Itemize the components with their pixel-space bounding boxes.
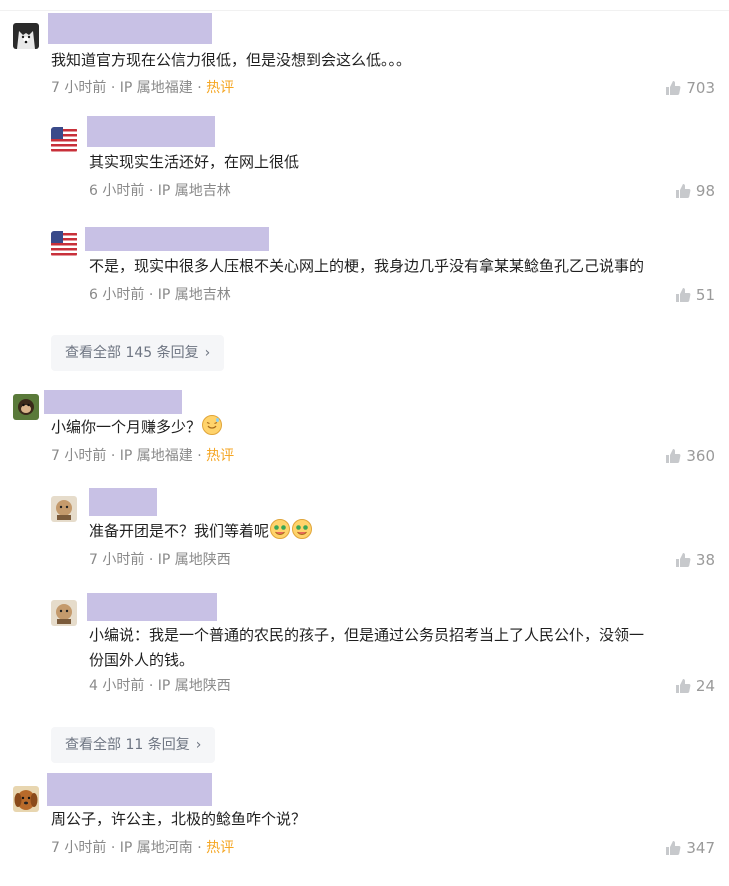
username-redacted[interactable] [85,227,269,251]
thumbs-up-icon [675,679,691,693]
comment-time: 7 小时前 [51,80,107,96]
reply-time: 4 小时前 [89,678,145,694]
meta-separator: · [110,448,116,464]
comment-meta: 7 小时前 · IP 属地河南 · 热评 [51,838,234,858]
comment-time: 7 小时前 [51,448,107,464]
avatar-monkey[interactable] [13,394,39,420]
chevron-right-icon: › [195,737,202,753]
comment-text: 周公子，许公主，北极的鲶鱼咋个说？ [51,810,307,828]
avatar-flag[interactable] [51,231,77,257]
reply-text-line1: 小编说：我是一个普通的农民的孩子，但是通过公务员招考当上了人民公仆，没领一 [89,626,645,644]
avatar-dog[interactable] [13,786,39,812]
meta-separator: · [148,183,154,199]
like-count: 24 [695,677,715,695]
view-all-replies-label: 查看全部 11 条回复 [65,737,190,753]
sticker-avatar-icon [51,496,77,522]
comment-meta: 7 小时前 · IP 属地福建 · 热评 [51,78,234,98]
comment-text: 我知道官方现在公信力很低，但是没想到会这么低。。。 [51,51,412,69]
thumbs-up-icon [675,553,691,567]
view-all-replies-button[interactable]: 查看全部 145 条回复 › [51,335,225,371]
like-count: 703 [686,79,715,97]
username-redacted[interactable] [87,593,217,621]
username-redacted[interactable] [48,13,212,44]
meta-separator: · [197,840,202,856]
reply-text: 准备开团是不？我们等着呢 [89,518,313,544]
like-button[interactable]: 347 [665,838,715,858]
reply-ip: IP 属地吉林 [157,287,231,303]
money-face-emoji-icon [270,519,291,539]
dog-avatar-icon [13,786,39,812]
username-redacted[interactable] [47,773,212,806]
reply-time: 6 小时前 [89,183,145,199]
comment-ip: IP 属地福建 [119,80,193,96]
like-count: 38 [695,551,715,569]
husky-avatar-icon [13,23,39,49]
like-count: 51 [695,286,715,304]
reply-meta: 7 小时前 · IP 属地陕西 [89,550,231,570]
reply-time: 7 小时前 [89,552,145,568]
meta-separator: · [110,80,116,96]
hot-tag: 热评 [206,448,235,464]
meta-separator: · [197,80,202,96]
thumbs-up-icon [666,449,681,463]
monkey-avatar-icon [13,394,39,420]
comment-meta: 7 小时前 · IP 属地福建 · 热评 [51,446,234,466]
reply-text: 不是，现实中很多人压根不关心网上的梗，我身边几乎没有拿某某鲶鱼孔乙己说事的 [89,257,645,275]
top-divider [0,10,729,11]
reply-ip: IP 属地吉林 [157,183,231,199]
hot-tag: 热评 [206,80,235,96]
reply-text-line2: 份国外人的钱。 [89,651,195,669]
like-button[interactable]: 38 [675,550,715,570]
comment-time: 7 小时前 [51,840,107,856]
avatar-flag[interactable] [51,127,77,153]
thumbs-up-icon [675,288,691,302]
like-count: 98 [695,182,715,200]
thumbs-up-icon [675,184,691,198]
chevron-right-icon: › [204,345,211,361]
like-button[interactable]: 98 [675,181,715,201]
comment-text-content: 小编你一个月赚多少？ [51,418,202,436]
meta-separator: · [148,287,154,303]
like-button[interactable]: 24 [675,676,715,696]
flag-avatar-icon [51,127,77,153]
thumbs-up-icon [666,841,681,855]
thumbs-up-icon [666,81,681,95]
reply-meta: 6 小时前 · IP 属地吉林 [89,285,231,305]
sweat-smile-emoji-icon [202,415,223,435]
meta-separator: · [148,678,154,694]
username-redacted[interactable] [89,488,157,516]
like-count: 347 [686,839,715,857]
comment-ip: IP 属地福建 [119,448,193,464]
money-face-emoji-icon [292,519,313,539]
comment-ip: IP 属地河南 [119,840,193,856]
like-button[interactable]: 703 [665,78,715,98]
view-all-replies-button[interactable]: 查看全部 11 条回复 › [51,727,216,763]
username-redacted[interactable] [44,390,182,414]
avatar-sticker[interactable] [51,496,77,522]
avatar-husky[interactable] [13,23,39,49]
reply-ip: IP 属地陕西 [157,678,231,694]
view-all-replies-label: 查看全部 145 条回复 [65,345,199,361]
sticker-avatar-icon [51,600,77,626]
reply-text: 其实现实生活还好，在网上很低 [89,153,300,171]
like-count: 360 [686,447,715,465]
reply-text-content: 准备开团是不？我们等着呢 [89,522,270,540]
meta-separator: · [197,448,202,464]
like-button[interactable]: 360 [665,446,715,466]
comment-text: 小编你一个月赚多少？ [51,414,223,440]
like-button[interactable]: 51 [675,285,715,305]
hot-tag: 热评 [206,840,235,856]
meta-separator: · [110,840,116,856]
reply-meta: 6 小时前 · IP 属地吉林 [89,181,231,201]
username-redacted[interactable] [87,116,215,147]
meta-separator: · [148,552,154,568]
avatar-sticker[interactable] [51,600,77,626]
reply-meta: 4 小时前 · IP 属地陕西 [89,676,231,696]
reply-ip: IP 属地陕西 [157,552,231,568]
reply-time: 6 小时前 [89,287,145,303]
flag-avatar-icon [51,231,77,257]
